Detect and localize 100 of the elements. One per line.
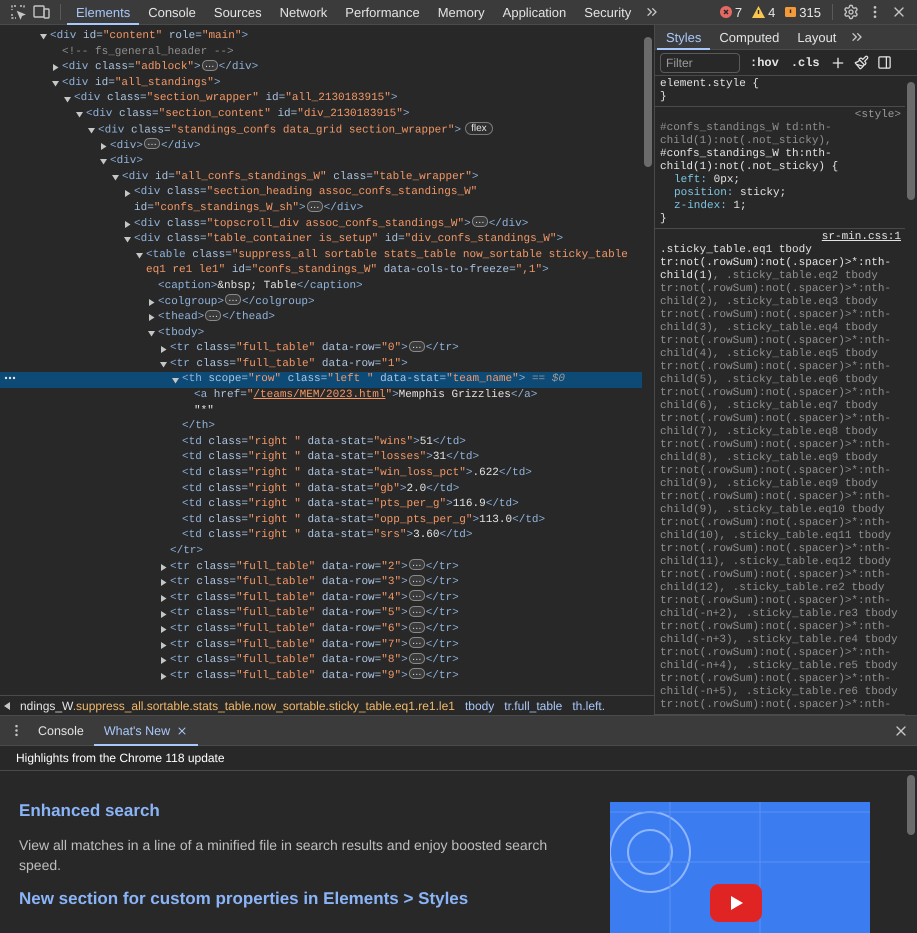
dom-node-text: <tr class="full_table" data-row="1"> <box>170 356 409 372</box>
dom-node-text: <div id="all_confs_standings_W" class="table_wrapper"> <box>122 170 480 185</box>
breadcrumb[interactable]: tbody <box>464 698 494 712</box>
triangle-right-icon[interactable] <box>160 673 167 680</box>
scrollbar-thumb[interactable] <box>907 775 915 835</box>
href-link[interactable]: /teams/MEM/2023.html <box>253 389 386 402</box>
scrollbar-thumb[interactable] <box>644 37 652 167</box>
section-text: View all matches in a line of a minified file in search results and enjoy boosted search speed. <box>19 836 548 875</box>
dom-node-text: <div id="content" role="main"> <box>50 29 250 44</box>
triangle-down-icon[interactable] <box>112 174 119 182</box>
dom-node-text: <colgroup> … </colgroup> <box>158 294 316 310</box>
close-icon[interactable] <box>176 724 188 736</box>
panel-tab[interactable]: Network <box>270 0 336 24</box>
dom-node-text: <div class="section_wrapper" id="all_2130183915"> <box>74 91 398 106</box>
video-thumbnail[interactable] <box>610 802 870 933</box>
dom-node-text: <div> <box>110 154 144 170</box>
panel-tab[interactable]: Security <box>575 0 640 24</box>
style-source-link[interactable]: <style> <box>854 109 901 122</box>
issue-counter[interactable]: 7 <box>714 4 748 20</box>
style-source-link[interactable]: sr-min.css:1 <box>822 231 901 244</box>
drawer-tab[interactable]: Console <box>28 716 94 746</box>
drawer-header: Highlights from the Chrome 118 update <box>0 746 917 771</box>
panel-tab[interactable]: Elements <box>67 0 140 24</box>
dom-node-text: <tr class="full_table" data-row="5"> … </tr> <box>170 606 460 622</box>
state-toggle[interactable]: :hov <box>748 56 781 70</box>
triangle-right-icon[interactable] <box>124 190 131 197</box>
dom-node-text: <tr class="full_table" data-row="4"> … </tr> <box>170 590 460 606</box>
triangle-down-icon[interactable] <box>52 80 59 88</box>
triangle-right-icon[interactable] <box>160 642 167 649</box>
dom-node-text: "*" <box>194 404 215 419</box>
css-selector: .sticky_table.eq1 tbody tr:not(.rowSum):not(.spacer)>*:nth-child(1), .sticky_table.eq2 tbody tr:not(.rowSum):not(.spacer)>*:nth-child(2), .sticky_table.eq3 tbody tr:not(.rowSum):not(.spacer)>*:nth-child(3), .sticky_table.eq4 tbody tr:not(.rowSum):not(.spacer)>*:nth-child(4), .sticky_table.eq5 tbody tr:not(.rowSum):not(.spacer)>*:nth-child(5), .sticky_table.eq6 tbody tr:not(.rowSum):not(.spacer)>*:nth-child(6), .sticky_table.eq7 tbody tr:not(.rowSum):not(.spacer)>*:nth-child(7), .sticky_table.eq8 tbody tr:not(.rowSum):not(.spacer)>*:nth-child(8), .sticky_table.eq9 tbody tr:not(.rowSum):not(.spacer)>*:nth-child(9), .sticky_table.eq9 tbody tr:not(.rowSum):not(.spacer)>*:nth-child(9), .sticky_table.eq10 tbody tr:not(.rowSum):not(.spacer)>*:nth-child(10), .sticky_table.eq11 tbody tr:not(.rowSum):not(.spacer)>*:nth-child(11), .sticky_table.eq12 tbody tr:not(.rowSum):not(.spacer)>*:nth-child(12), .sticky_table.re2 tbody tr:not(.rowSum):not(.spacer)>*:nth-child(-n+2), .sticky_table.re3 tbody tr:not(.rowSum):not(.spacer)>*:nth-child(-n+3), .sticky_table.re4 tbody tr:not(.rowSum):not(.spacer)>*:nth-child(-n+4), .sticky_table.re5 tbody tr:not(.rowSum):not(.spacer)>*:nth-child(-n+5), .sticky_table.re6 tbody tr:not(.rowSum):not(.spacer)>*:nth- <box>660 244 898 711</box>
count-text: 315 <box>799 4 821 20</box>
triangle-down-icon[interactable] <box>64 96 71 103</box>
closing-brace: } <box>660 213 668 226</box>
triangle-down-icon[interactable] <box>124 236 131 244</box>
triangle-down-icon[interactable] <box>148 330 155 337</box>
triangle-down-icon[interactable] <box>160 361 167 368</box>
dom-node-text: <td class="right " data-stat="pts_per_g">116.9</td> <box>182 497 520 512</box>
css-selector: #confs_standings_W td:nth-child(1):not(.not_sticky), #confs_standings_W th:nth-child(1):not(.not_sticky) { <box>660 122 838 173</box>
dom-node-text: <tr class="full_table" data-row="6"> … </tr> <box>170 622 460 637</box>
triangle-down-icon[interactable] <box>136 252 143 260</box>
triangle-right-icon[interactable] <box>160 595 167 602</box>
selected-row[interactable]: <th scope="row" class="left " data-stat="team_name"> == $0 <box>0 372 642 388</box>
css-selector: element.style { <box>660 78 760 90</box>
dom-node-text: <tr class="full_table" data-row="9"> … </tr> <box>170 668 460 684</box>
triangle-right-icon[interactable] <box>160 579 167 586</box>
dom-node-text: <tr class="full_table" data-row="7"> … </tr> <box>170 638 460 653</box>
issue-counter[interactable]: 4 <box>747 4 780 20</box>
triangle-right-icon[interactable] <box>100 142 107 150</box>
panel-tab[interactable]: Application <box>494 0 576 24</box>
layout-badge[interactable]: flex <box>465 122 493 135</box>
triangle-down-icon[interactable] <box>88 126 95 134</box>
count-text: 7 <box>734 4 742 20</box>
dom-node-text: <thead> … </thead> <box>158 310 276 326</box>
dom-node-text: <td class="right " data-stat="win_loss_pct">.622</td> <box>182 466 533 482</box>
issue-counter[interactable]: 315 <box>780 4 826 20</box>
css-declaration: position: sticky; <box>673 187 788 200</box>
triangle-right-icon[interactable] <box>160 626 167 634</box>
triangle-right-icon[interactable] <box>148 314 155 322</box>
state-toggle[interactable]: .cls <box>788 56 822 70</box>
sidebar-tab[interactable]: Styles <box>657 24 710 50</box>
breadcrumb[interactable]: th.left. <box>572 698 606 712</box>
section-title-link[interactable]: Enhanced search <box>19 801 160 821</box>
triangle-right-icon[interactable] <box>160 610 167 618</box>
panel-tab[interactable]: Sources <box>204 0 271 24</box>
triangle-right-icon[interactable] <box>148 298 155 306</box>
breadcrumb[interactable]: tr.full_table <box>504 698 562 712</box>
section-title-link[interactable]: New section for custom properties in Elements > Styles <box>19 889 468 909</box>
dom-node-text: <td class="right " data-stat="gb">2.0</td> <box>182 482 460 497</box>
filter-field[interactable]: Filter <box>660 52 740 72</box>
triangle-right-icon[interactable] <box>160 564 167 571</box>
panel-tab[interactable]: Memory <box>428 0 494 24</box>
count-text: 4 <box>768 4 776 20</box>
dom-node-text: <td class="right " data-stat="opp_pts_per_g">113.0</td> <box>182 512 546 528</box>
triangle-down-icon[interactable] <box>76 111 83 118</box>
drawer-tab[interactable]: What's New <box>94 716 198 746</box>
triangle-down-icon[interactable] <box>100 158 107 166</box>
triangle-right-icon[interactable] <box>52 64 59 72</box>
dom-node-text: <tr class="full_table" data-row="8"> … </tr> <box>170 653 460 668</box>
triangle-down-icon[interactable] <box>172 376 179 384</box>
panel-tab[interactable]: Console <box>139 0 205 24</box>
play-button-icon[interactable] <box>710 884 762 922</box>
breadcrumb[interactable]: ndings_W.suppress_all.sortable.stats_table.now_sortable.sticky_table.eq1.re1.le1 <box>20 698 455 712</box>
sidebar-tab[interactable]: Computed <box>710 24 788 50</box>
paintbrush-icon[interactable] <box>854 55 869 70</box>
dom-node-text: <tr class="full_table" data-row="0"> … </tr> <box>170 341 460 356</box>
dom-node-text: <div class="adblock"> … </div> <box>62 60 260 76</box>
panel-tab[interactable]: Performance <box>336 0 429 24</box>
scrollbar-thumb[interactable] <box>907 82 915 200</box>
triangle-right-icon[interactable] <box>160 346 167 353</box>
dom-node-text: </tr> <box>170 544 204 559</box>
dom-node-text: <td class="right " data-stat="losses">31</td> <box>182 450 480 466</box>
scroll-left-icon[interactable] <box>4 702 10 710</box>
triangle-right-icon[interactable] <box>160 657 167 664</box>
dom-node-text: <div class="table_container is_setup" id="div_confs_standings_W"> <box>134 232 564 248</box>
triangle-down-icon[interactable] <box>40 33 47 40</box>
plus-icon[interactable] <box>830 54 846 70</box>
triangle-right-icon[interactable] <box>124 220 131 228</box>
sidebar-tab[interactable]: Layout <box>788 24 846 50</box>
sidebar-panel-icon[interactable] <box>876 55 892 70</box>
